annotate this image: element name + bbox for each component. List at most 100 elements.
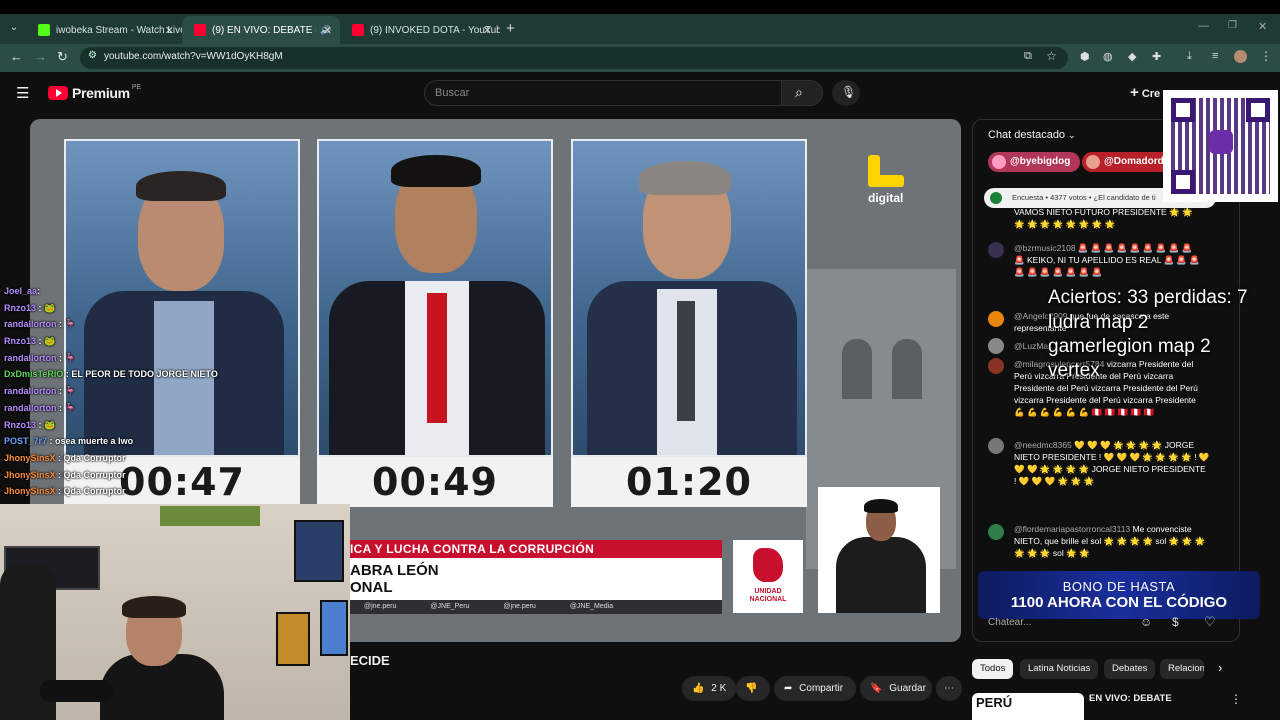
emoji-icon[interactable]: ☺ bbox=[1140, 615, 1152, 629]
microphone-icon: 🎙 bbox=[841, 85, 857, 99]
search-icon: ⌕ bbox=[795, 84, 803, 100]
shelf bbox=[160, 506, 260, 526]
bookmark-star-icon[interactable]: ☆ bbox=[1046, 49, 1057, 63]
related-video-title[interactable]: EN VIVO: DEBATE bbox=[1089, 693, 1172, 704]
voice-search-button[interactable]: 🎙 bbox=[832, 80, 860, 106]
url-text[interactable]: youtube.com/watch?v=WW1dOyKH8gM bbox=[104, 51, 283, 62]
save-button[interactable]: 🔖 Guardar bbox=[860, 676, 932, 701]
chat-mode-dropdown[interactable]: Chat destacado ⌄ bbox=[988, 129, 1076, 141]
share-button[interactable]: ➦ Compartir bbox=[774, 676, 856, 701]
chevron-down-icon: ⌄ bbox=[1068, 130, 1076, 140]
tab-title: (9) INVOKED DOTA - YouTube bbox=[370, 24, 500, 36]
extensions-puzzle-icon[interactable]: ✚ bbox=[1152, 50, 1161, 63]
logo-shape-icon bbox=[868, 175, 904, 187]
search-placeholder: Buscar bbox=[435, 87, 470, 99]
download-icon[interactable]: ⤓ bbox=[1187, 50, 1192, 63]
chevron-right-icon[interactable]: › bbox=[1218, 660, 1222, 675]
emote-icon: 🦩 bbox=[64, 402, 76, 413]
youtube-icon bbox=[352, 24, 364, 36]
overlay-chat-line: JhonySinsX : Qda Corruptor bbox=[4, 452, 126, 463]
video-title: ECIDE bbox=[350, 653, 390, 668]
chat-message: @needmc8365 💛 💛 💛 🌟 🌟 🌟 🌟 JORGE NIETO PR… bbox=[1014, 440, 1210, 486]
related-video-thumbnail[interactable]: PERÚ bbox=[972, 693, 1084, 720]
qr-finder bbox=[1246, 98, 1270, 122]
tab-title: (9) EN VIVO: DEBATE PRESI bbox=[212, 24, 316, 36]
search-input[interactable]: Buscar bbox=[424, 80, 782, 106]
timer-3: 01:20 bbox=[571, 457, 807, 507]
candidate-red-tie bbox=[427, 293, 447, 423]
extension-icon[interactable]: ◍ bbox=[1103, 50, 1113, 63]
chat-message: @milagrosulepcorr5784 vizcarra President… bbox=[1014, 359, 1198, 417]
back-icon[interactable]: ← bbox=[10, 49, 23, 64]
filter-chip-latina[interactable]: Latina Noticias bbox=[1020, 659, 1099, 679]
like-button[interactable]: 👍 2 K bbox=[682, 676, 736, 701]
install-icon[interactable]: ⧉ bbox=[1024, 50, 1032, 63]
hamburger-menu-icon[interactable]: ☰ bbox=[16, 84, 29, 102]
tab-debate[interactable]: (9) EN VIVO: DEBATE PRESI 🔊 ✕ bbox=[182, 16, 340, 44]
candidate-hair bbox=[136, 171, 226, 201]
poster bbox=[276, 612, 310, 666]
thumbs-up-icon: 👍 bbox=[692, 683, 705, 694]
streamer-webcam bbox=[0, 504, 350, 720]
palace-window bbox=[842, 339, 872, 399]
tab-search-button[interactable]: ⌄ bbox=[6, 22, 22, 38]
forward-icon[interactable]: → bbox=[34, 49, 47, 64]
more-vert-icon[interactable]: ⋮ bbox=[1230, 692, 1242, 706]
filter-chip-all[interactable]: Todos bbox=[972, 659, 1014, 679]
extension-icon[interactable]: ⬢ bbox=[1080, 50, 1090, 63]
reload-icon[interactable]: ↻ bbox=[57, 49, 68, 65]
profile-avatar[interactable] bbox=[1234, 50, 1247, 63]
site-info-icon[interactable]: ⚙ bbox=[88, 50, 97, 61]
close-window-icon[interactable]: ✕ bbox=[1258, 20, 1267, 33]
qr-finder bbox=[1171, 170, 1195, 194]
menu-kebab-icon[interactable]: ⋮ bbox=[1260, 49, 1272, 63]
youtube-play-icon bbox=[48, 86, 68, 100]
share-icon: ➦ bbox=[784, 683, 793, 694]
minimize-icon[interactable]: — bbox=[1198, 20, 1209, 32]
super-chat-icon[interactable]: $ bbox=[1172, 615, 1179, 629]
channel-logo-text: digital bbox=[868, 191, 904, 205]
tab-invoked-dota[interactable]: (9) INVOKED DOTA - YouTube ✕ bbox=[340, 16, 500, 44]
x-handle: @JNE_Peru bbox=[430, 603, 470, 610]
candidate-tie bbox=[677, 301, 695, 421]
filter-chip-debates[interactable]: Debates bbox=[1104, 659, 1156, 679]
tab-kick[interactable]: iwobeka Stream - Watch Live o ✕ bbox=[26, 16, 182, 44]
avatar bbox=[988, 358, 1004, 374]
more-actions-button[interactable]: ⋯ bbox=[936, 676, 962, 701]
media-icon[interactable]: ≡ bbox=[1212, 50, 1218, 62]
maximize-icon[interactable]: ❐ bbox=[1228, 20, 1237, 31]
lower-third-topic: ICA Y LUCHA CONTRA LA CORRUPCIÓN bbox=[350, 540, 722, 558]
party-map-icon bbox=[753, 548, 783, 582]
palace-window bbox=[892, 339, 922, 399]
stream-chat-overlay: Joel_aa: Rnzo13 : 🐸 randallorton : 🦩 Rnz… bbox=[4, 283, 260, 497]
youtube-logo[interactable]: Premium PE bbox=[48, 83, 142, 101]
overlay-chat-line: Rnzo13 : 🐸 bbox=[4, 302, 56, 313]
stats-overlay-line-3: gamerlegion map 2 bbox=[1048, 336, 1211, 357]
filter-chip-related[interactable]: Relacion bbox=[1160, 659, 1204, 679]
logo-region: PE bbox=[131, 83, 142, 91]
dislike-button[interactable]: 👎 bbox=[736, 676, 770, 701]
ticker-chip[interactable]: @byebigdog bbox=[988, 152, 1081, 172]
chat-message: @flordemariapastorroncal3113 Me convenci… bbox=[1014, 524, 1206, 558]
close-tab-icon[interactable]: ✕ bbox=[165, 24, 174, 37]
poster bbox=[294, 520, 344, 582]
chat-input[interactable]: Chatear... bbox=[988, 612, 1128, 634]
overlay-chat-line: POST_7r7 : osea muerte a Iwo bbox=[4, 436, 134, 447]
stats-overlay-line-4: vertex bbox=[1048, 360, 1100, 381]
close-tab-icon[interactable]: ✕ bbox=[323, 24, 332, 37]
close-tab-icon[interactable]: ✕ bbox=[483, 24, 492, 37]
extension-icon[interactable]: ◆ bbox=[1128, 50, 1136, 63]
promo-line-1: BONO DE HASTA bbox=[1062, 579, 1176, 594]
create-button[interactable]: + Cre bbox=[1130, 84, 1160, 101]
bookmark-icon: 🔖 bbox=[870, 683, 883, 694]
emote-icon: 🐸 bbox=[44, 336, 56, 347]
search-button[interactable]: ⌕ bbox=[781, 80, 823, 106]
emote-icon: 🐸 bbox=[44, 302, 56, 313]
sign-language-interpreter bbox=[818, 487, 940, 613]
new-tab-button[interactable]: + bbox=[506, 20, 515, 37]
timer-2: 00:49 bbox=[317, 457, 553, 507]
avatar bbox=[988, 438, 1004, 454]
candidate-panel-3 bbox=[571, 139, 807, 457]
promo-line-2: 1100 AHORA CON EL CÓDIGO bbox=[1010, 594, 1228, 611]
heart-icon[interactable]: ♡ bbox=[1204, 614, 1216, 630]
